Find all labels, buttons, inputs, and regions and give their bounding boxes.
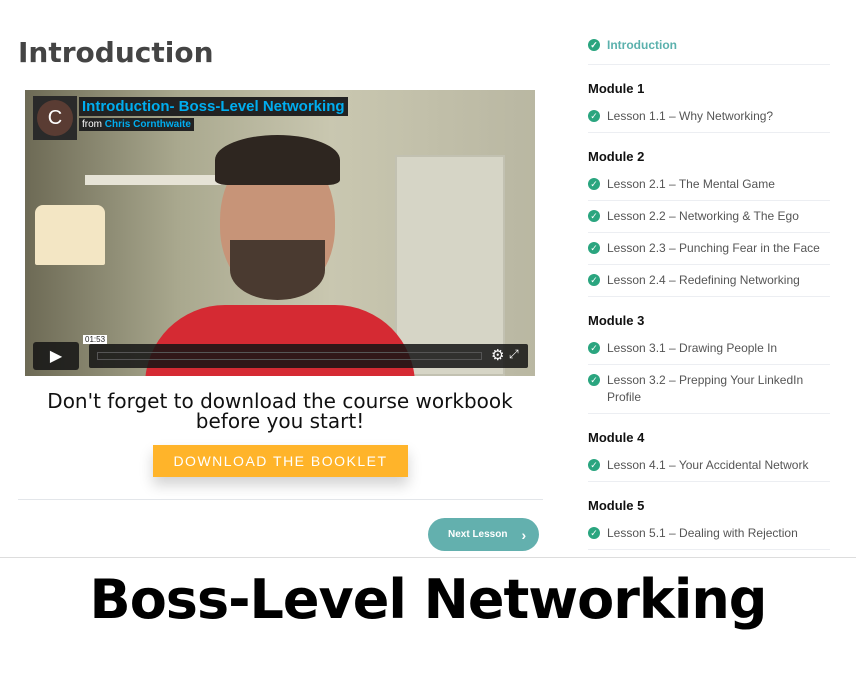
video-frame-shelf	[85, 175, 225, 185]
sidebar-lesson-item[interactable]: ✓ Lesson 2.3 – Punching Fear in the Face	[588, 233, 830, 265]
module-heading: Module 5	[588, 498, 645, 513]
lesson-label: Lesson 1.1 – Why Networking?	[607, 109, 774, 123]
video-frame-door	[395, 155, 505, 376]
sidebar-lesson-item[interactable]: ✓ Lesson 4.1 – Your Accidental Network	[588, 450, 830, 482]
module-heading: Module 4	[588, 430, 645, 445]
video-frame-lamp	[35, 205, 105, 265]
check-icon: ✓	[588, 178, 600, 190]
divider	[18, 499, 543, 500]
gear-icon[interactable]: ⚙	[491, 346, 504, 364]
check-icon: ✓	[588, 210, 600, 222]
video-title[interactable]: Introduction- Boss-Level Networking	[79, 97, 348, 116]
lesson-label: Lesson 3.2 – Prepping Your LinkedIn Prof…	[607, 373, 804, 404]
lesson-label: Lesson 2.3 – Punching Fear in the Face	[607, 241, 820, 255]
avatar[interactable]: C	[33, 96, 77, 140]
sidebar-lesson-item[interactable]: ✓ Lesson 1.1 – Why Networking?	[588, 101, 830, 133]
lesson-label: Lesson 5.1 – Dealing with Rejection	[607, 526, 798, 540]
check-icon: ✓	[588, 110, 600, 122]
lesson-label: Lesson 2.4 – Redefining Networking	[607, 273, 800, 287]
next-lesson-button[interactable]: Next Lesson ›	[428, 518, 539, 551]
video-player[interactable]: C Introduction- Boss-Level Networking fr…	[25, 90, 535, 376]
check-icon: ✓	[588, 274, 600, 286]
time-tooltip: 01:53	[83, 335, 108, 344]
download-message: Don't forget to download the course work…	[47, 389, 513, 433]
module-heading: Module 2	[588, 149, 645, 164]
download-booklet-button[interactable]: DOWNLOAD THE BOOKLET	[153, 445, 408, 477]
progress-scrubber[interactable]	[97, 352, 482, 360]
sidebar-item-introduction[interactable]: ✓ Introduction	[588, 34, 830, 65]
banner-title: Boss-Level Networking	[89, 568, 768, 631]
control-bar: ⚙ ⤢	[89, 344, 528, 368]
sidebar-lesson-item[interactable]: ✓ Lesson 2.1 – The Mental Game	[588, 169, 830, 201]
play-button[interactable]: ▶	[33, 342, 79, 370]
video-author: from Chris Cornthwaite	[79, 118, 194, 131]
check-icon: ✓	[588, 39, 600, 51]
fullscreen-icon[interactable]: ⤢	[509, 347, 519, 362]
lesson-label: Lesson 2.2 – Networking & The Ego	[607, 209, 799, 223]
sidebar-lesson-item[interactable]: ✓ Lesson 2.2 – Networking & The Ego	[588, 201, 830, 233]
lesson-label: Lesson 4.1 – Your Accidental Network	[607, 458, 809, 472]
video-frame-beard	[230, 240, 325, 300]
banner: Boss-Level Networking	[0, 557, 856, 677]
module-heading: Module 3	[588, 313, 645, 328]
sidebar-lesson-item[interactable]: ✓ Lesson 5.1 – Dealing with Rejection	[588, 518, 830, 550]
check-icon: ✓	[588, 374, 600, 386]
play-icon: ▶	[49, 348, 63, 365]
chevron-right-icon: ›	[521, 526, 527, 543]
lesson-label: Lesson 2.1 – The Mental Game	[607, 177, 775, 191]
sidebar-lesson-item[interactable]: ✓ Lesson 3.2 – Prepping Your LinkedIn Pro…	[588, 365, 830, 414]
check-icon: ✓	[588, 242, 600, 254]
lesson-sidebar: ✓ Introduction Module 1 ✓ Lesson 1.1 – Why …	[588, 34, 830, 550]
check-icon: ✓	[588, 527, 600, 539]
lesson-label: Lesson 3.1 – Drawing People In	[607, 341, 778, 355]
sidebar-lesson-item[interactable]: ✓ Lesson 3.1 – Drawing People In	[588, 333, 830, 365]
page-title: Introduction	[18, 36, 214, 69]
sidebar-lesson-item[interactable]: ✓ Lesson 2.4 – Redefining Networking	[588, 265, 830, 297]
check-icon: ✓	[588, 342, 600, 354]
video-frame-hair	[215, 135, 340, 185]
module-heading: Module 1	[588, 81, 645, 96]
check-icon: ✓	[588, 459, 600, 471]
